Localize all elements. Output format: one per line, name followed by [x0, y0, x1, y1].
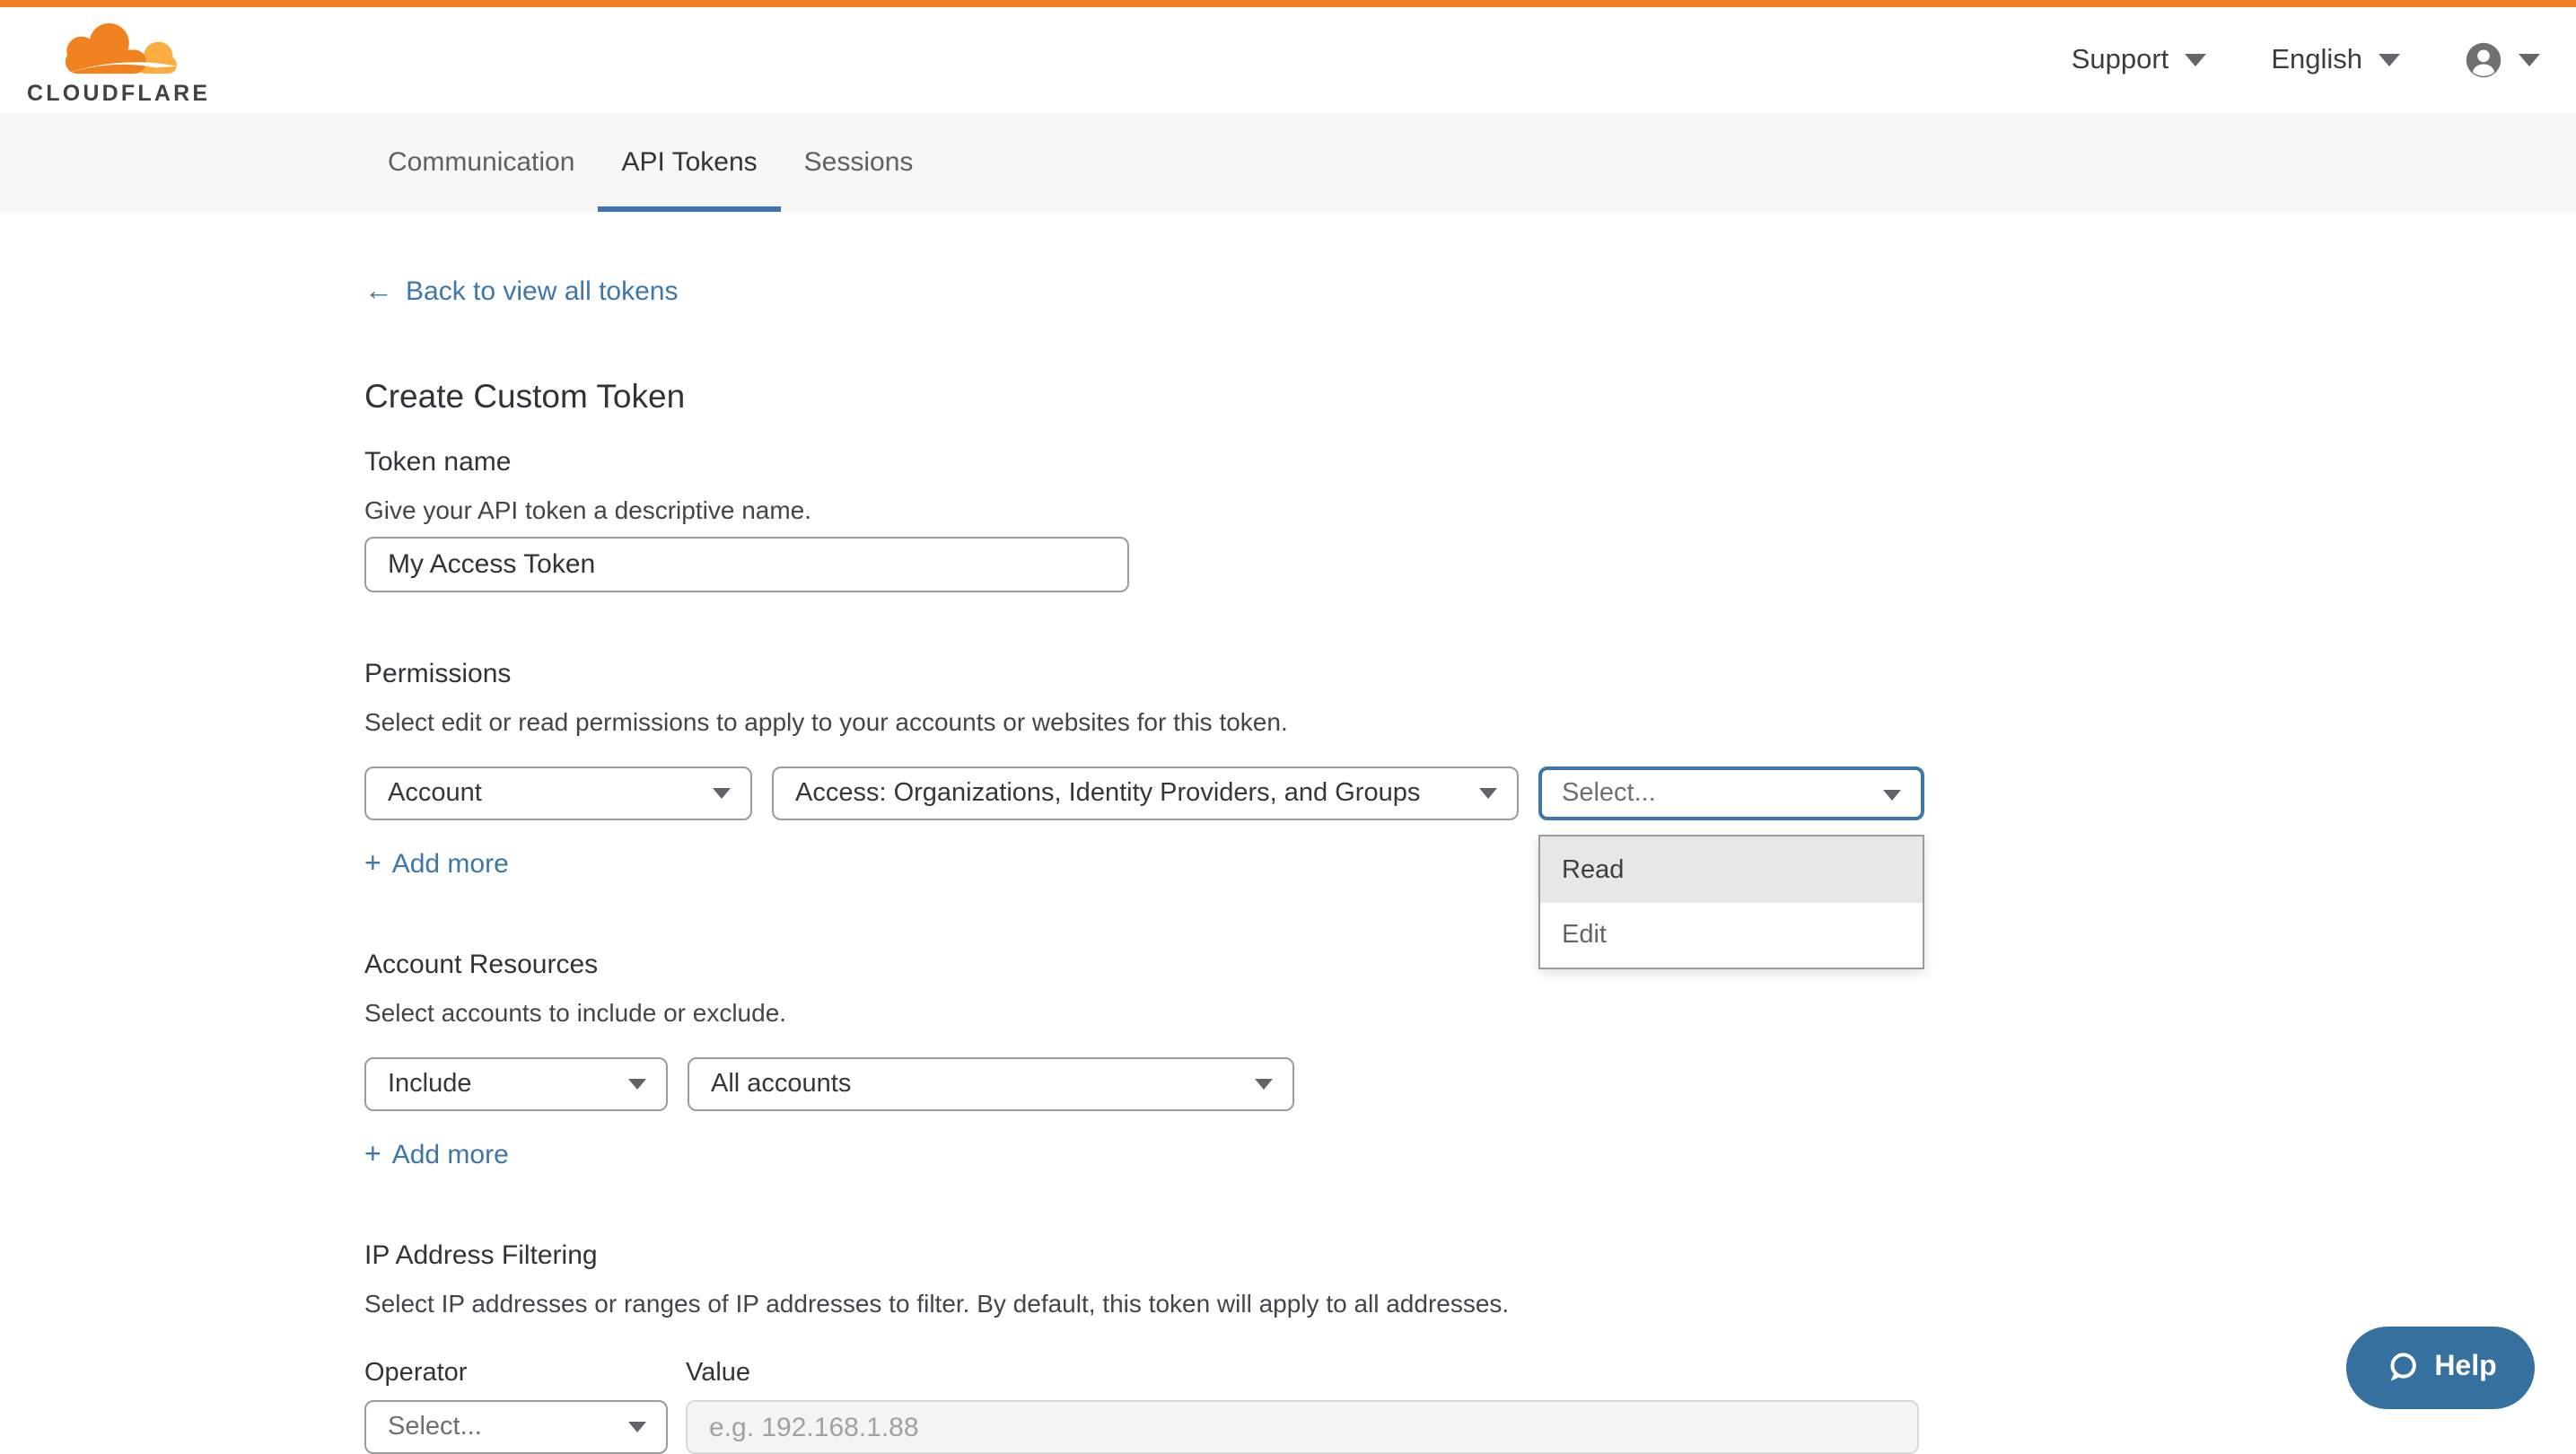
caret-down-icon	[628, 1079, 646, 1090]
main-content: ← Back to view all tokens Create Custom …	[0, 276, 2576, 1454]
ip-filtering-controls: Select...	[364, 1400, 2576, 1454]
back-link[interactable]: ← Back to view all tokens	[364, 276, 679, 307]
language-menu[interactable]: English	[2271, 44, 2400, 76]
menu-option-read[interactable]: Read	[1540, 836, 1923, 903]
accounts-select[interactable]: All accounts	[688, 1057, 1294, 1111]
operator-value: Select...	[388, 1413, 482, 1441]
support-label: Support	[2072, 44, 2169, 76]
tab-communication[interactable]: Communication	[364, 113, 598, 212]
arrow-left-icon: ←	[364, 276, 393, 307]
permissions-heading: Permissions	[364, 659, 2576, 689]
menu-option-edit[interactable]: Edit	[1540, 903, 1923, 968]
token-name-description: Give your API token a descriptive name.	[364, 495, 2576, 524]
token-name-input[interactable]	[364, 537, 1129, 592]
cloudflare-cloud-icon	[27, 18, 210, 79]
user-avatar-icon	[2465, 41, 2502, 79]
include-select[interactable]: Include	[364, 1057, 668, 1111]
plus-icon: +	[364, 1140, 381, 1170]
page-root: CLOUDFLARE Support English Communicat	[0, 0, 2576, 1431]
back-link-label: Back to view all tokens	[406, 276, 679, 307]
caret-down-icon	[1255, 1079, 1273, 1090]
support-menu[interactable]: Support	[2072, 44, 2207, 76]
tab-api-tokens[interactable]: API Tokens	[598, 113, 780, 212]
permission-group-select[interactable]: Access: Organizations, Identity Provider…	[772, 766, 1519, 820]
brand-accent-bar	[0, 0, 2576, 7]
ip-filtering-heading: IP Address Filtering	[364, 1240, 2576, 1271]
account-menu[interactable]	[2465, 41, 2540, 79]
caret-down-icon	[2379, 54, 2400, 66]
caret-down-icon	[628, 1422, 646, 1432]
value-label: Value	[686, 1359, 750, 1388]
caret-down-icon	[1479, 788, 1497, 799]
header: CLOUDFLARE Support English	[0, 7, 2576, 113]
add-more-label: Add more	[392, 849, 509, 880]
header-nav: Support English	[2072, 7, 2540, 113]
permission-group-value: Access: Organizations, Identity Provider…	[795, 779, 1420, 808]
add-more-label: Add more	[392, 1140, 509, 1170]
caret-down-icon	[2519, 54, 2540, 66]
ip-filtering-labels: Operator Value	[364, 1359, 2576, 1388]
permissions-row: Account Access: Organizations, Identity …	[364, 766, 2576, 820]
tab-bar: Communication API Tokens Sessions	[0, 113, 2576, 212]
account-resources-heading: Account Resources	[364, 950, 2576, 980]
caret-down-icon	[713, 788, 731, 799]
account-resources-description: Select accounts to include or exclude.	[364, 998, 2576, 1027]
help-label: Help	[2434, 1352, 2496, 1384]
permissions-description: Select edit or read permissions to apply…	[364, 707, 2576, 736]
plus-icon: +	[364, 849, 381, 880]
permission-level-select[interactable]: Select... Read Edit	[1538, 766, 1924, 820]
chat-bubble-icon	[2384, 1350, 2420, 1386]
account-resources-row: Include All accounts	[364, 1057, 2576, 1111]
page-title: Create Custom Token	[364, 377, 2576, 416]
caret-down-icon	[2185, 54, 2206, 66]
permission-level-menu: Read Edit	[1538, 835, 1924, 969]
account-resources-add-more-link[interactable]: + Add more	[364, 1140, 509, 1170]
permissions-add-more-link[interactable]: + Add more	[364, 849, 509, 880]
include-value: Include	[388, 1070, 472, 1099]
language-label: English	[2271, 44, 2362, 76]
accounts-value: All accounts	[711, 1070, 851, 1099]
permission-scope-select[interactable]: Account	[364, 766, 752, 820]
permission-level-value: Select...	[1562, 779, 1656, 808]
ip-filtering-description: Select IP addresses or ranges of IP addr…	[364, 1289, 2576, 1318]
operator-label: Operator	[364, 1359, 686, 1388]
token-name-label: Token name	[364, 447, 2576, 477]
help-button[interactable]: Help	[2346, 1327, 2535, 1409]
permission-scope-value: Account	[388, 779, 482, 808]
tab-sessions[interactable]: Sessions	[781, 113, 937, 212]
ip-value-input[interactable]	[686, 1400, 1919, 1454]
cloudflare-logo[interactable]: CLOUDFLARE	[27, 18, 210, 106]
caret-down-icon	[1883, 790, 1901, 801]
cloudflare-logo-text: CLOUDFLARE	[27, 81, 210, 106]
operator-select[interactable]: Select...	[364, 1400, 668, 1454]
